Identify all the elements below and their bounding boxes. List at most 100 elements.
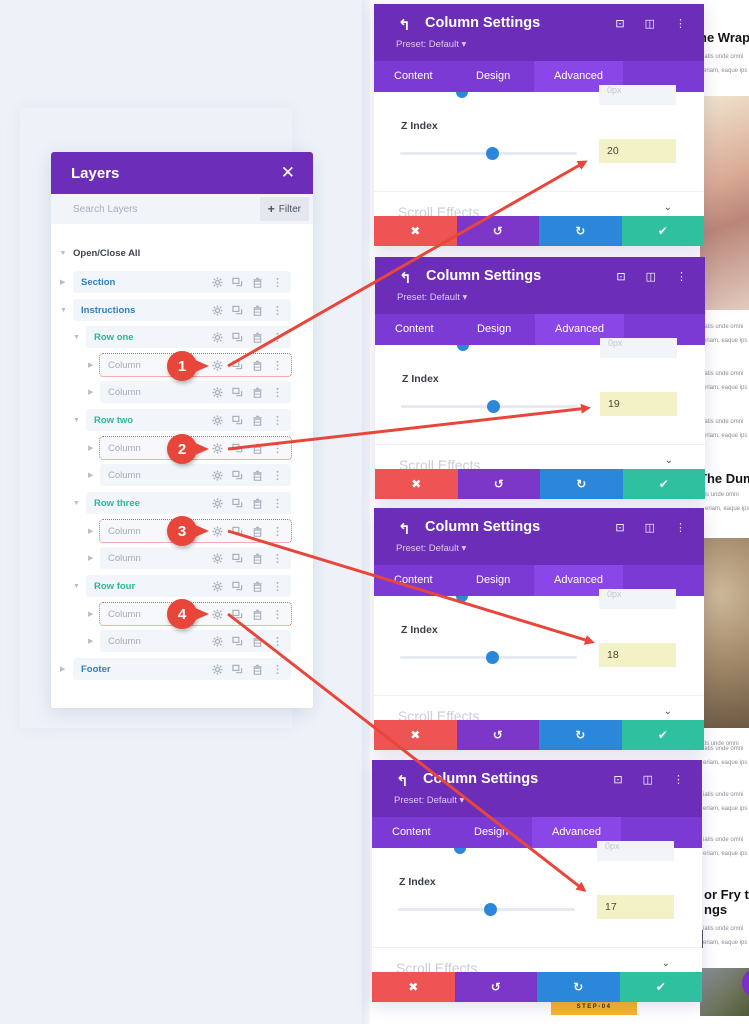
z-index-slider-knob[interactable] xyxy=(487,400,501,413)
gear-icon[interactable] xyxy=(211,497,223,509)
gear-icon[interactable] xyxy=(211,635,223,647)
redo-button[interactable]: ↻ xyxy=(537,972,620,1002)
more-vertical-icon[interactable] xyxy=(271,497,283,509)
tab-design[interactable]: Design xyxy=(455,565,534,596)
tab-design[interactable]: Design xyxy=(455,61,534,92)
caret-right-icon[interactable]: ▶ xyxy=(88,527,93,535)
split-view-icon[interactable]: ◫ xyxy=(645,521,655,534)
more-vertical-icon[interactable] xyxy=(271,359,283,371)
caret-right-icon[interactable]: ▶ xyxy=(88,637,93,645)
caret-down-icon[interactable]: ▼ xyxy=(73,500,80,507)
more-vertical-icon[interactable] xyxy=(271,276,283,288)
z-index-input[interactable]: 17 xyxy=(597,895,674,919)
fullscreen-icon[interactable]: ⊡ xyxy=(615,521,624,534)
tab-content[interactable]: Content xyxy=(372,817,453,848)
trash-icon[interactable] xyxy=(251,414,263,426)
tab-content[interactable]: Content xyxy=(375,314,456,345)
previous-value-field[interactable]: 0px xyxy=(600,338,677,358)
more-vertical-icon[interactable] xyxy=(271,386,283,398)
z-index-input[interactable]: 18 xyxy=(599,643,676,667)
more-vertical-icon[interactable]: ⋮ xyxy=(675,521,686,534)
tab-design[interactable]: Design xyxy=(456,314,535,345)
back-arrow-icon[interactable]: ↰ xyxy=(398,520,411,538)
gear-icon[interactable] xyxy=(211,663,223,675)
duplicate-icon[interactable] xyxy=(231,580,243,592)
caret-right-icon[interactable]: ▶ xyxy=(88,361,93,369)
gear-icon[interactable] xyxy=(211,331,223,343)
gear-icon[interactable] xyxy=(211,552,223,564)
gear-icon[interactable] xyxy=(211,386,223,398)
trash-icon[interactable] xyxy=(251,386,263,398)
more-vertical-icon[interactable] xyxy=(271,442,283,454)
gear-icon[interactable] xyxy=(211,442,223,454)
split-view-icon[interactable]: ◫ xyxy=(646,270,656,283)
close-button[interactable]: ✖ xyxy=(374,720,457,750)
redo-button[interactable]: ↻ xyxy=(540,469,623,499)
duplicate-icon[interactable] xyxy=(231,663,243,675)
layer-item-row[interactable]: ▼ Row four xyxy=(73,575,291,597)
caret-down-icon[interactable]: ▼ xyxy=(60,307,67,314)
previous-value-field[interactable]: 0px xyxy=(597,841,674,861)
duplicate-icon[interactable] xyxy=(231,552,243,564)
split-view-icon[interactable]: ◫ xyxy=(643,773,653,786)
layer-item-row[interactable]: ▼ Row three xyxy=(73,492,291,514)
layer-item-column[interactable]: ▶ Column xyxy=(88,381,291,403)
check-button[interactable]: ✔ xyxy=(622,469,705,499)
undo-button[interactable]: ↺ xyxy=(456,216,539,246)
gear-icon[interactable] xyxy=(211,304,223,316)
chevron-down-icon[interactable]: ⌄ xyxy=(664,706,672,717)
more-vertical-icon[interactable] xyxy=(271,469,283,481)
preset-dropdown[interactable]: Preset: Default ▾ xyxy=(396,39,466,50)
layer-item-section[interactable]: ▶ Footer xyxy=(60,658,291,680)
more-vertical-icon[interactable] xyxy=(271,331,283,343)
caret-right-icon[interactable]: ▶ xyxy=(60,665,65,673)
fullscreen-icon[interactable]: ⊡ xyxy=(615,17,624,30)
layer-item-column[interactable]: ▶ Column xyxy=(88,547,291,569)
close-icon[interactable]: ✕ xyxy=(281,163,295,183)
trash-icon[interactable] xyxy=(251,580,263,592)
layer-item-row[interactable]: ▼ Row one xyxy=(73,326,291,348)
duplicate-icon[interactable] xyxy=(231,276,243,288)
more-vertical-icon[interactable] xyxy=(271,552,283,564)
gear-icon[interactable] xyxy=(211,414,223,426)
fullscreen-icon[interactable]: ⊡ xyxy=(613,773,622,786)
trash-icon[interactable] xyxy=(251,304,263,316)
close-button[interactable]: ✖ xyxy=(372,972,455,1002)
back-arrow-icon[interactable]: ↰ xyxy=(396,772,409,790)
filter-button[interactable]: + Filter xyxy=(259,197,309,221)
preset-dropdown[interactable]: Preset: Default ▾ xyxy=(397,292,467,303)
chevron-down-icon[interactable]: ⌄ xyxy=(664,202,672,213)
back-arrow-icon[interactable]: ↰ xyxy=(399,269,412,287)
duplicate-icon[interactable] xyxy=(231,525,243,537)
more-vertical-icon[interactable] xyxy=(271,580,283,592)
caret-right-icon[interactable]: ▶ xyxy=(88,471,93,479)
trash-icon[interactable] xyxy=(251,663,263,675)
trash-icon[interactable] xyxy=(251,635,263,647)
caret-right-icon[interactable]: ▶ xyxy=(88,388,93,396)
back-arrow-icon[interactable]: ↰ xyxy=(398,16,411,34)
layer-item-column[interactable]: ▶ Column xyxy=(88,630,291,652)
duplicate-icon[interactable] xyxy=(231,497,243,509)
layer-item-column[interactable]: ▶ Column xyxy=(88,464,291,486)
caret-right-icon[interactable]: ▶ xyxy=(88,444,93,452)
layer-item-row[interactable]: ▼ Row two xyxy=(73,409,291,431)
more-vertical-icon[interactable] xyxy=(271,525,283,537)
trash-icon[interactable] xyxy=(251,497,263,509)
fullscreen-icon[interactable]: ⊡ xyxy=(616,270,625,283)
trash-icon[interactable] xyxy=(251,276,263,288)
caret-right-icon[interactable]: ▶ xyxy=(60,278,65,286)
tab-design[interactable]: Design xyxy=(453,817,532,848)
z-index-input[interactable]: 20 xyxy=(599,139,676,163)
redo-button[interactable]: ↻ xyxy=(539,216,622,246)
trash-icon[interactable] xyxy=(251,608,263,620)
caret-down-icon[interactable]: ▼ xyxy=(73,583,80,590)
more-vertical-icon[interactable]: ⋮ xyxy=(673,773,684,786)
duplicate-icon[interactable] xyxy=(231,386,243,398)
z-index-slider-knob[interactable] xyxy=(486,147,500,160)
more-vertical-icon[interactable]: ⋮ xyxy=(675,17,686,30)
duplicate-icon[interactable] xyxy=(231,608,243,620)
open-close-all[interactable]: ▼ Open/Close All xyxy=(59,248,141,259)
redo-button[interactable]: ↻ xyxy=(539,720,622,750)
undo-button[interactable]: ↺ xyxy=(456,720,539,750)
z-index-slider-knob[interactable] xyxy=(486,651,500,664)
